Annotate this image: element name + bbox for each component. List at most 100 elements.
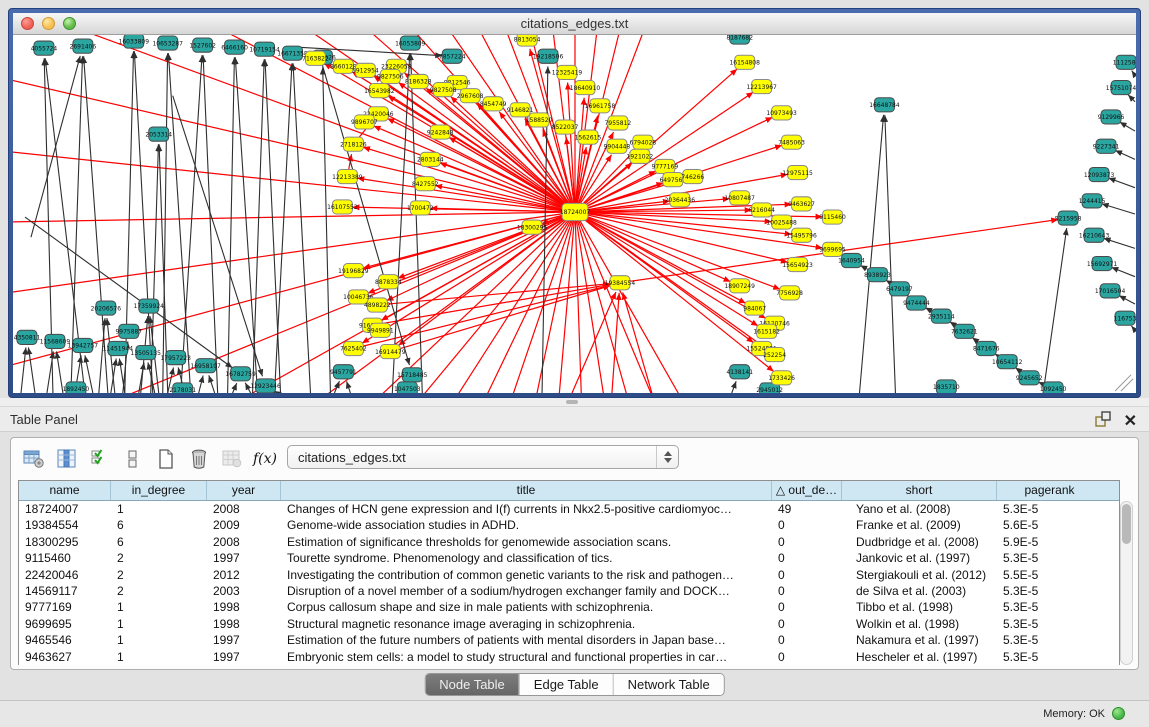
graph-node[interactable]: 7625402 [340,341,367,355]
table-cell[interactable]: 9465546 [19,632,111,648]
table-cell[interactable]: 1997 [207,550,281,566]
create-column-icon[interactable] [151,446,181,472]
graph-node[interactable]: 8454749 [480,97,507,111]
table-cell[interactable]: Nakamura et al. (1997) [842,632,997,648]
graph-node[interactable]: 10025488 [766,215,797,229]
delete-column-icon[interactable] [184,446,214,472]
table-cell[interactable]: 6 [111,517,207,533]
table-row[interactable]: 1938455462009Genome-wide association stu… [19,517,1119,533]
select-columns-icon[interactable] [85,446,115,472]
table-cell[interactable]: 49 [772,501,842,517]
graph-node[interactable]: 8878334 [375,275,402,289]
graph-node[interactable]: 6466160 [221,40,248,54]
graph-node[interactable]: 9245652 [1016,371,1043,385]
graph-node[interactable]: 1588520 [526,113,553,127]
graph-node[interactable]: 16648784 [869,98,900,112]
table-cell[interactable]: 0 [772,649,842,665]
table-cell[interactable]: 5.6E-5 [997,517,1102,533]
function-builder-icon[interactable]: f(x) [250,446,280,472]
graph-node[interactable]: 9827508 [430,83,457,97]
scrollbar-thumb[interactable] [1122,504,1131,544]
graph-node[interactable]: 10653287 [153,36,184,50]
graph-node[interactable]: 1527602 [189,38,216,52]
graph-node[interactable]: 9115460 [819,210,846,224]
tab-edge-table[interactable]: Edge Table [519,674,614,695]
delete-table-icon[interactable] [217,446,247,472]
table-cell[interactable]: Franke et al. (2009) [842,517,997,533]
table-cell[interactable]: de Silva et al. (2003) [842,583,997,599]
graph-node[interactable]: 7632621 [951,324,978,338]
graph-node[interactable]: 16210643 [1079,228,1110,242]
graph-node[interactable]: 1092450 [1040,382,1067,393]
table-cell[interactable]: Investigating the contribution of common… [281,567,772,583]
table-cell[interactable]: 18724007 [19,501,111,517]
table-cell[interactable]: Corpus callosum shape and size in male p… [281,599,772,615]
graph-node[interactable]: 1921022 [627,149,654,163]
graph-node[interactable]: 9777169 [652,159,679,173]
table-cell[interactable]: 2008 [207,501,281,517]
table-cell[interactable]: Disruption of a novel member of a sodium… [281,583,772,599]
graph-node[interactable]: 8471676 [973,341,1000,355]
table-cell[interactable]: 2003 [207,583,281,599]
table-cell[interactable]: 9699695 [19,616,111,632]
graph-node[interactable]: 9699695 [819,242,846,256]
graph-node[interactable]: 1892450 [63,382,90,393]
table-cell[interactable]: 1 [111,599,207,615]
graph-node[interactable]: 18724007 [560,203,591,220]
table-cell[interactable]: Tibbo et al. (1998) [842,599,997,615]
table-selector-dropdown[interactable]: citations_edges.txt [287,445,679,469]
graph-node[interactable]: 9463627 [788,197,815,211]
table-vertical-scrollbar[interactable] [1120,501,1133,665]
table-cell[interactable]: 22420046 [19,567,111,583]
graph-node[interactable]: 9904448 [604,139,631,153]
table-row[interactable]: 911546021997Tourette syndrome. Phenomeno… [19,550,1119,566]
graph-node[interactable]: 9975887 [115,324,142,338]
table-cell[interactable]: 1998 [207,616,281,632]
graph-node[interactable]: 2053314 [145,127,172,141]
graph-node[interactable]: 10654112 [992,355,1023,369]
graph-node[interactable]: 16961758 [585,99,616,113]
graph-node[interactable]: 4138141 [726,365,753,379]
table-cell[interactable]: Wolkin et al. (1998) [842,616,997,632]
graph-node[interactable]: 746266 [681,170,704,184]
graph-node[interactable]: 13505135 [131,345,162,359]
column-header-name[interactable]: name [19,481,111,500]
graph-node[interactable]: 16107552 [327,200,358,214]
graph-node[interactable]: 15495796 [786,228,817,242]
table-cell[interactable]: Estimation of significance thresholds fo… [281,534,772,550]
graph-node[interactable]: 12213967 [746,79,777,93]
graph-node[interactable]: 18640910 [570,81,601,95]
graph-node[interactable]: 7756928 [776,286,803,300]
minimize-window-button[interactable] [42,17,55,30]
graph-node[interactable]: 4055724 [31,41,58,55]
table-cell[interactable]: 2 [111,583,207,599]
table-cell[interactable]: 6 [111,534,207,550]
graph-node[interactable]: 1562615 [575,130,602,144]
table-cell[interactable]: Estimation of the future numbers of pati… [281,632,772,648]
graph-node[interactable]: 7163822 [302,51,329,65]
graph-node[interactable]: 8187682 [726,35,753,44]
table-cell[interactable]: 2012 [207,567,281,583]
column-header-title[interactable]: title [281,481,772,500]
table-cell[interactable]: 0 [772,550,842,566]
table-cell[interactable]: 0 [772,534,842,550]
table-cell[interactable]: 0 [772,632,842,648]
table-cell[interactable]: Jankovic et al. (1997) [842,550,997,566]
zoom-window-button[interactable] [63,17,76,30]
table-cell[interactable]: 1 [111,501,207,517]
tab-network-table[interactable]: Network Table [614,674,724,695]
table-cell[interactable]: Hescheler et al. (1997) [842,649,997,665]
graph-node[interactable]: 16033809 [119,35,150,48]
table-cell[interactable]: Dudbridge et al. (2008) [842,534,997,550]
table-cell[interactable]: 1997 [207,632,281,648]
graph-node[interactable]: 6479197 [886,282,913,296]
table-cell[interactable]: 5.3E-5 [997,501,1102,517]
graph-node[interactable]: 7857224 [439,49,466,63]
graph-node[interactable]: 9827506 [377,69,404,83]
table-row[interactable]: 977716911998Corpus callosum shape and si… [19,599,1119,615]
graph-node[interactable]: 1640954 [838,253,865,267]
graph-node[interactable]: 15751074 [1106,81,1136,95]
close-panel-icon[interactable]: ✕ [1124,414,1137,430]
table-cell[interactable]: 0 [772,599,842,615]
table-cell[interactable]: 5.3E-5 [997,649,1102,665]
